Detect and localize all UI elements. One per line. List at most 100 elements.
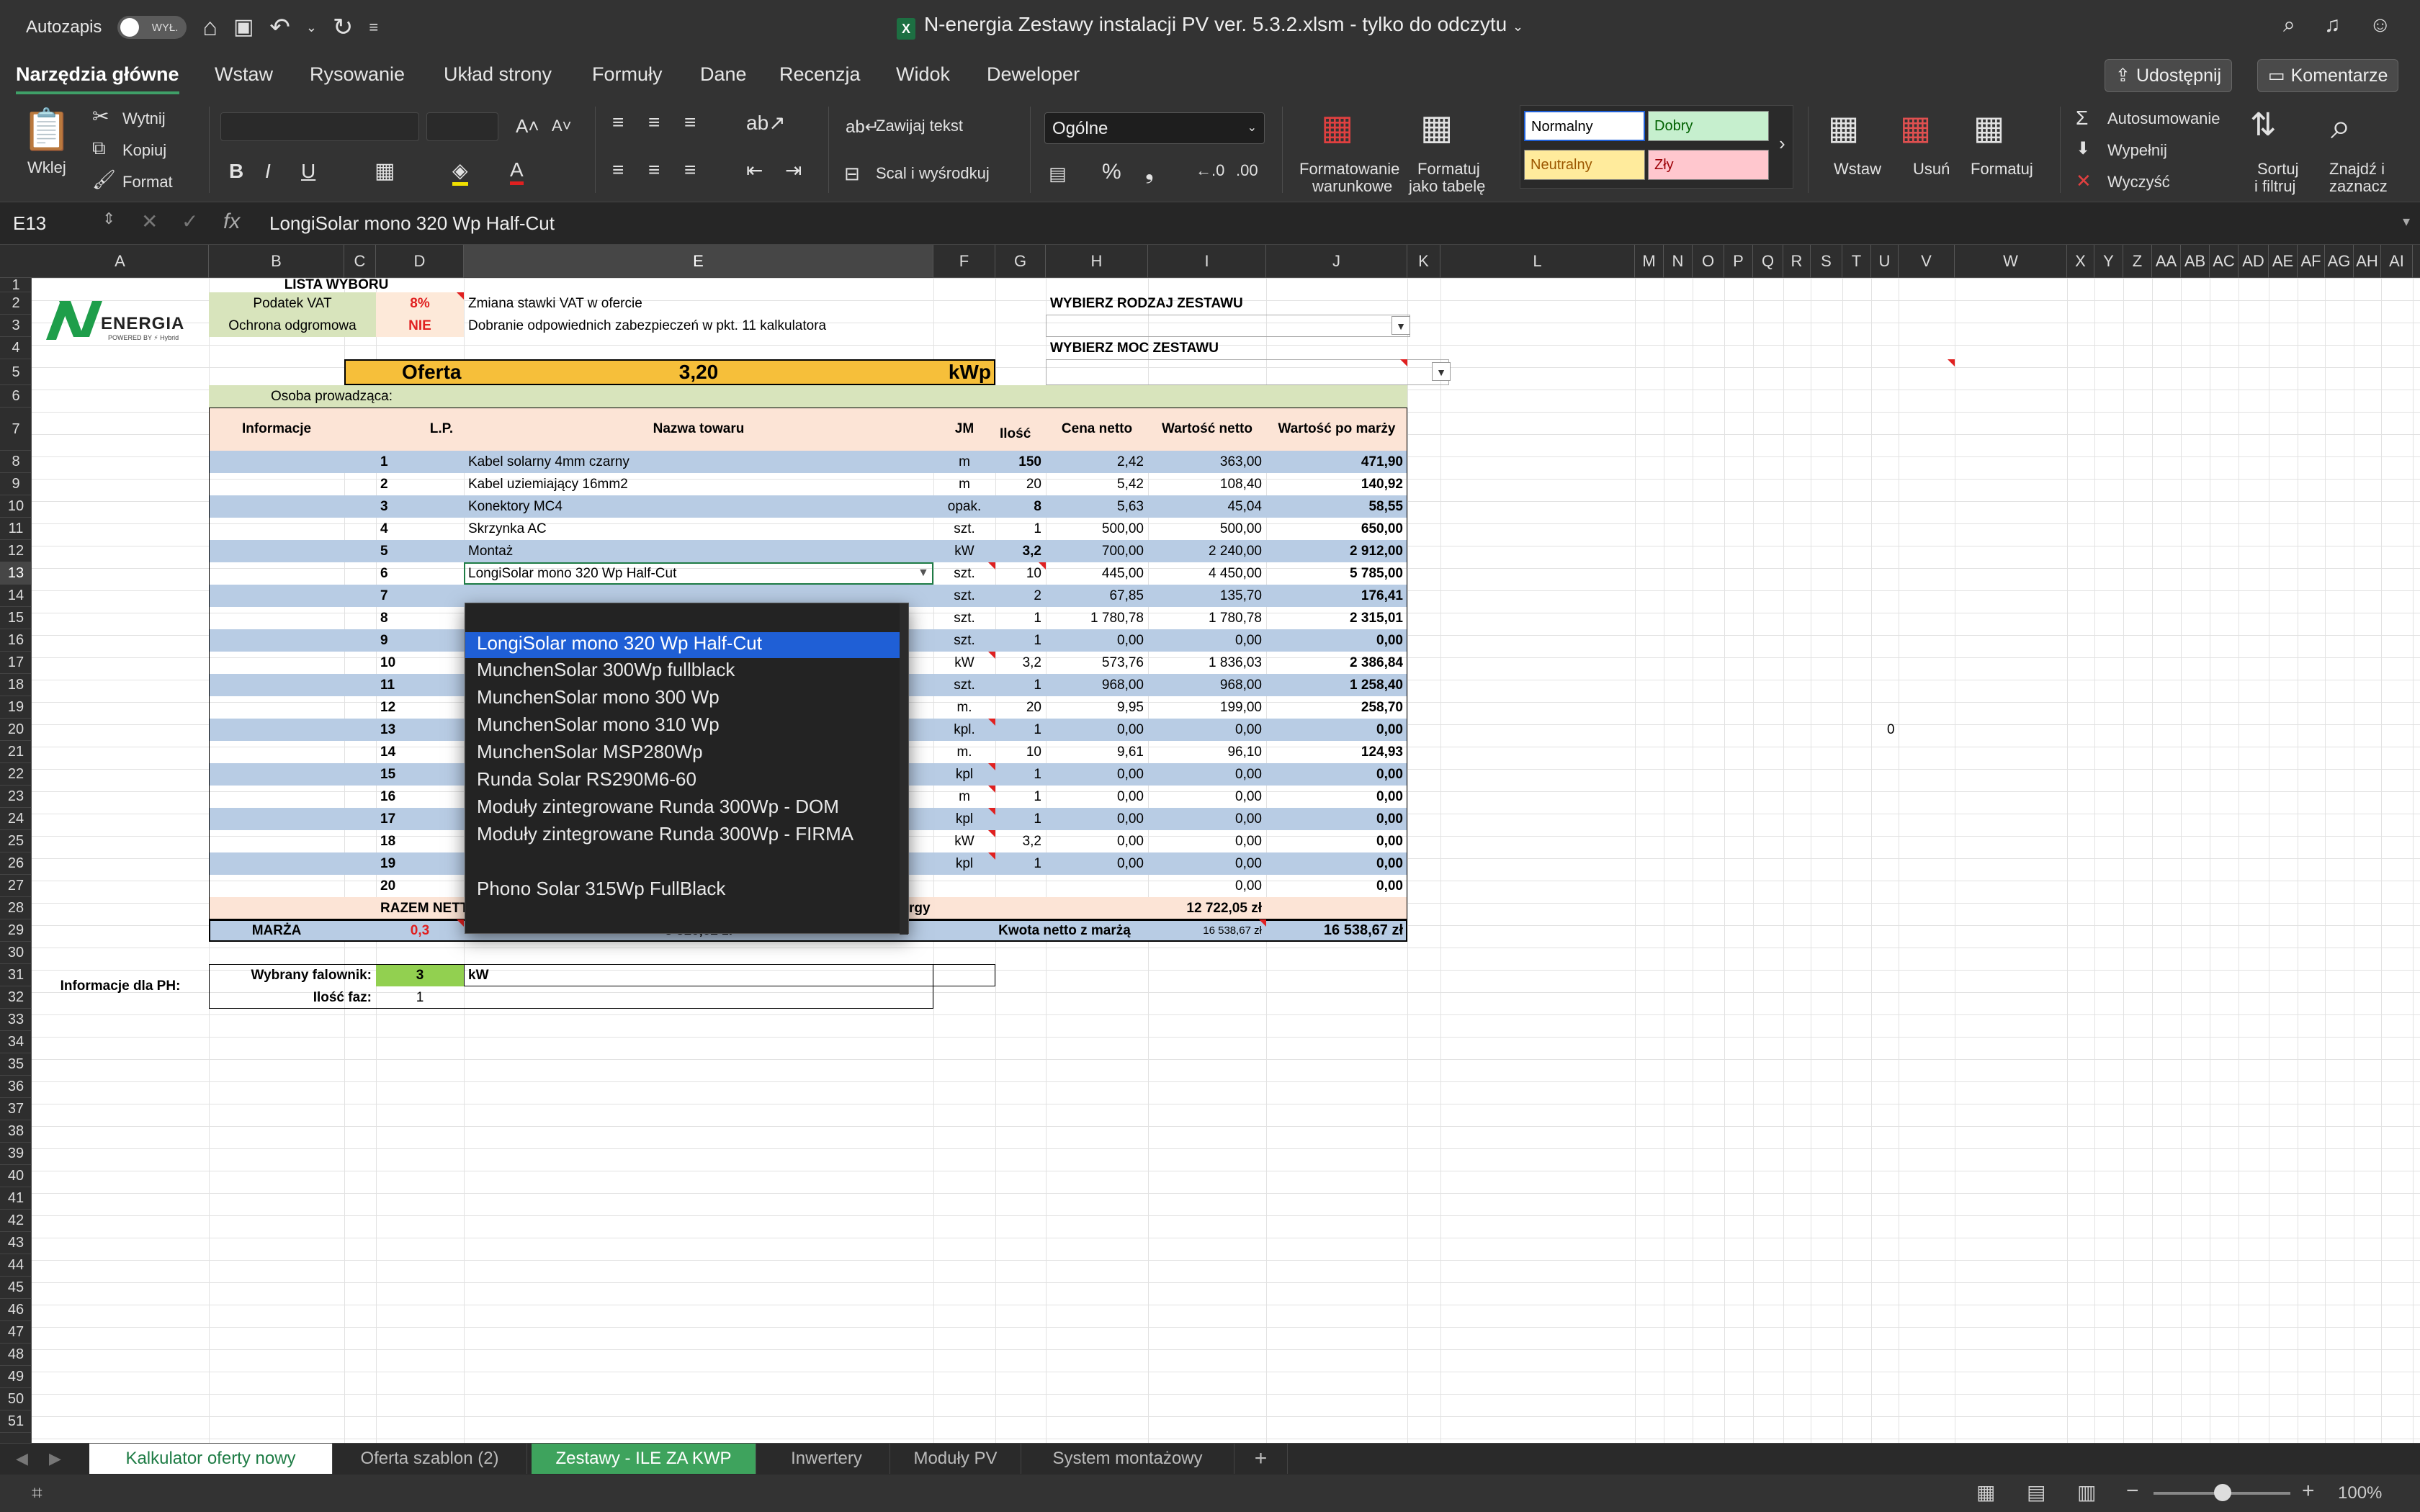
item-qty[interactable]: 3,2 — [995, 830, 1046, 852]
item-name[interactable]: Skrzynka AC — [464, 518, 933, 540]
set-type-dropdown-arrow[interactable]: ▼ — [1392, 316, 1410, 335]
sheet-tab-system[interactable]: System montażowy — [1021, 1444, 1234, 1474]
sheet-tab-zestawy[interactable]: Zestawy - ILE ZA KWP — [532, 1444, 756, 1474]
item-qty[interactable]: 3,2 — [995, 652, 1046, 674]
clear-icon[interactable]: ✕ — [2076, 170, 2092, 192]
style-normal[interactable]: Normalny — [1524, 111, 1645, 141]
column-header-ah[interactable]: AH — [2354, 245, 2381, 278]
row-header-6[interactable]: 6 — [0, 385, 32, 408]
column-header-i[interactable]: I — [1148, 245, 1266, 278]
tab-home[interactable]: Narzędzia główne — [16, 63, 179, 94]
function-icon[interactable]: fx — [223, 210, 240, 234]
autosum-button[interactable]: Autosumowanie — [2107, 109, 2220, 128]
item-qty[interactable]: 1 — [995, 629, 1046, 652]
bell-icon[interactable]: ♫ — [2324, 13, 2341, 37]
sheet-tab-oferta-szablon[interactable]: Oferta szablon (2) — [333, 1444, 527, 1474]
column-header-f[interactable]: F — [933, 245, 995, 278]
normal-view-icon[interactable]: ▦ — [1976, 1480, 1995, 1504]
page-layout-view-icon[interactable]: ▤ — [2027, 1480, 2045, 1504]
row-header-24[interactable]: 24 — [0, 808, 32, 830]
page-break-view-icon[interactable]: ▥ — [2077, 1480, 2096, 1504]
delete-cells-button[interactable]: Usuń — [1913, 160, 1950, 179]
inverter-value[interactable]: 3 — [376, 964, 464, 986]
row-header-51[interactable]: 51 — [0, 1410, 32, 1433]
align-middle-icon[interactable]: ≡ — [648, 111, 660, 134]
accounting-format-icon[interactable]: ▤ — [1049, 163, 1067, 185]
set-power-dropdown-arrow[interactable]: ▼ — [1432, 362, 1451, 381]
row-header-37[interactable]: 37 — [0, 1098, 32, 1120]
row-header-12[interactable]: 12 — [0, 540, 32, 562]
title-chevron-icon[interactable]: ⌄ — [1512, 19, 1523, 34]
column-header-ag[interactable]: AG — [2325, 245, 2354, 278]
row-header-14[interactable]: 14 — [0, 585, 32, 607]
row-header-48[interactable]: 48 — [0, 1344, 32, 1366]
number-format-select[interactable]: Ogólne ⌄ — [1044, 112, 1265, 144]
decrease-font-icon[interactable]: A˅ — [552, 117, 572, 135]
dropdown-option[interactable]: Phono Solar 315Wp FullBlack — [477, 878, 725, 900]
row-header-15[interactable]: 15 — [0, 607, 32, 629]
in-cell-dropdown-arrow[interactable]: ▼ — [913, 562, 933, 585]
copy-button[interactable]: Kopiuj — [122, 141, 166, 160]
row-header-46[interactable]: 46 — [0, 1299, 32, 1321]
cut-button[interactable]: Wytnij — [122, 109, 166, 128]
zoom-in-icon[interactable]: + — [2302, 1479, 2315, 1503]
column-header-ai[interactable]: AI — [2381, 245, 2413, 278]
row-header-36[interactable]: 36 — [0, 1076, 32, 1098]
confirm-icon[interactable]: ✓ — [182, 210, 198, 233]
dropdown-option[interactable]: MunchenSolar MSP280Wp — [477, 741, 703, 763]
row-header-50[interactable]: 50 — [0, 1388, 32, 1410]
column-header-o[interactable]: O — [1693, 245, 1724, 278]
column-header-af[interactable]: AF — [2298, 245, 2325, 278]
underline-icon[interactable]: U — [301, 160, 315, 183]
find-select-icon[interactable]: ⌕ — [2331, 108, 2351, 144]
styles-more-icon[interactable]: › — [1779, 132, 1785, 155]
row-header-18[interactable]: 18 — [0, 674, 32, 696]
font-name-select[interactable] — [220, 112, 419, 141]
format-painter-button[interactable]: Format — [122, 173, 173, 192]
item-qty[interactable]: 3,2 — [995, 540, 1046, 562]
row-header-29[interactable]: 29 — [0, 919, 32, 942]
item-qty[interactable]: 1 — [995, 674, 1046, 696]
item-qty[interactable] — [995, 875, 1046, 897]
row-header-47[interactable]: 47 — [0, 1321, 32, 1344]
column-header-ac[interactable]: AC — [2210, 245, 2238, 278]
format-cells-icon[interactable]: ▦ — [1973, 111, 2004, 144]
column-header-c[interactable]: C — [344, 245, 376, 278]
tab-developer[interactable]: Deweloper — [987, 63, 1080, 86]
row-header-3[interactable]: 3 — [0, 315, 32, 337]
row-header-1[interactable]: 1 — [0, 278, 32, 292]
phases-value[interactable]: 1 — [376, 986, 464, 1009]
column-header-d[interactable]: D — [376, 245, 464, 278]
comma-style-icon[interactable]: ❟ — [1145, 160, 1154, 184]
item-qty[interactable]: 1 — [995, 852, 1046, 875]
column-header-ae[interactable]: AE — [2269, 245, 2298, 278]
align-bottom-icon[interactable]: ≡ — [684, 111, 696, 134]
dropdown-option[interactable]: Runda Solar RS290M6-60 — [477, 768, 696, 791]
fill-color-icon[interactable]: ◈ — [452, 158, 468, 186]
item-qty[interactable]: 1 — [995, 786, 1046, 808]
column-header-aa[interactable]: AA — [2152, 245, 2181, 278]
column-header-u[interactable]: U — [1871, 245, 1899, 278]
share-button[interactable]: ⇪ Udostępnij — [2105, 59, 2233, 92]
row-header-35[interactable]: 35 — [0, 1053, 32, 1076]
increase-font-icon[interactable]: A˄ — [516, 115, 539, 138]
format-cells-button[interactable]: Formatuj — [1971, 160, 2033, 179]
item-qty[interactable]: 1 — [995, 518, 1046, 540]
row-header-22[interactable]: 22 — [0, 763, 32, 786]
font-color-icon[interactable]: A — [510, 158, 524, 185]
column-header-q[interactable]: Q — [1753, 245, 1783, 278]
paste-label[interactable]: Wklej — [27, 158, 66, 177]
wrap-text-button[interactable]: Zawijaj tekst — [876, 117, 963, 135]
item-qty[interactable]: 20 — [995, 473, 1046, 495]
delete-cells-icon[interactable]: ▦ — [1900, 111, 1931, 144]
item-name[interactable]: Kabel solarny 4mm czarny — [464, 451, 933, 473]
font-size-select[interactable] — [426, 112, 498, 141]
row-header-25[interactable]: 25 — [0, 830, 32, 852]
dropdown-option[interactable]: Moduły zintegrowane Runda 300Wp - DOM — [477, 796, 839, 818]
align-center-icon[interactable]: ≡ — [648, 158, 660, 181]
tab-insert[interactable]: Wstaw — [215, 63, 273, 86]
row-header-26[interactable]: 26 — [0, 852, 32, 875]
column-header-t[interactable]: T — [1842, 245, 1871, 278]
row-header-32[interactable]: 32 — [0, 986, 32, 1009]
find-select-label-2[interactable]: zaznacz — [2329, 177, 2388, 196]
